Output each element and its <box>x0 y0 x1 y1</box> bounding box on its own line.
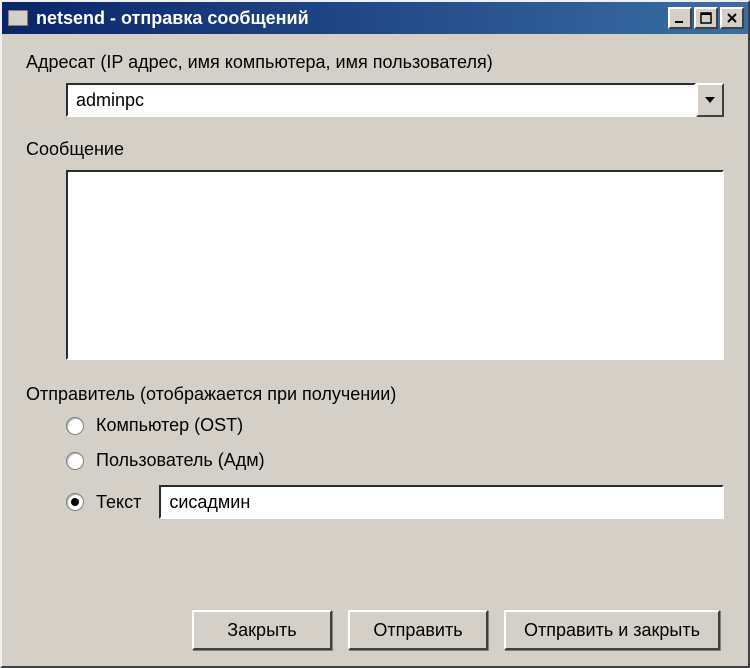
button-row: Закрыть Отправить Отправить и закрыть <box>26 610 724 650</box>
sender-option-text: Текст <box>66 485 724 519</box>
radio-computer-label[interactable]: Компьютер (OST) <box>96 415 243 436</box>
send-button[interactable]: Отправить <box>348 610 488 650</box>
radio-text[interactable] <box>66 493 84 511</box>
recipient-input[interactable] <box>66 83 696 117</box>
minimize-icon <box>674 12 686 24</box>
app-icon <box>8 10 28 26</box>
recipient-label: Адресат (IP адрес, имя компьютера, имя п… <box>26 52 724 73</box>
sender-option-user: Пользователь (Адм) <box>66 450 724 471</box>
sender-option-computer: Компьютер (OST) <box>66 415 724 436</box>
main-window: netsend - отправка сообщений Адресат (IP… <box>0 0 750 668</box>
chevron-down-icon <box>705 97 715 103</box>
radio-text-label[interactable]: Текст <box>96 492 141 513</box>
sender-group: Компьютер (OST) Пользователь (Адм) Текст <box>66 415 724 533</box>
radio-computer[interactable] <box>66 417 84 435</box>
message-textarea[interactable] <box>66 170 724 360</box>
radio-user[interactable] <box>66 452 84 470</box>
message-label: Сообщение <box>26 139 724 160</box>
maximize-button[interactable] <box>694 7 718 29</box>
radio-user-label[interactable]: Пользователь (Адм) <box>96 450 265 471</box>
titlebar[interactable]: netsend - отправка сообщений <box>2 2 748 34</box>
content-area: Адресат (IP адрес, имя компьютера, имя п… <box>2 34 748 666</box>
send-and-close-button[interactable]: Отправить и закрыть <box>504 610 720 650</box>
close-icon <box>726 12 738 24</box>
window-title: netsend - отправка сообщений <box>36 8 668 29</box>
close-button-action[interactable]: Закрыть <box>192 610 332 650</box>
recipient-combobox <box>66 83 724 117</box>
recipient-dropdown-button[interactable] <box>696 83 724 117</box>
sender-text-input[interactable] <box>159 485 724 519</box>
maximize-icon <box>700 12 712 24</box>
minimize-button[interactable] <box>668 7 692 29</box>
sender-label: Отправитель (отображается при получении) <box>26 384 724 405</box>
close-button[interactable] <box>720 7 744 29</box>
window-controls <box>668 7 744 29</box>
